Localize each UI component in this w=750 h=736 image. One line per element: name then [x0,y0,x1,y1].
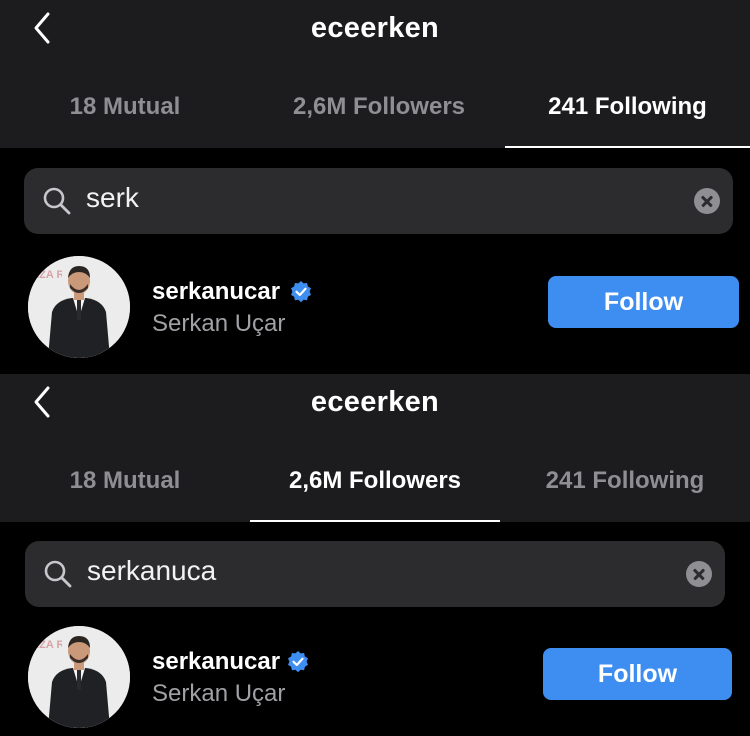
search-bar [25,541,725,607]
result-full-name: Serkan Uçar [152,680,286,707]
tab-mutual[interactable]: 18 Mutual [0,62,250,148]
tab-following[interactable]: 241 Following [500,436,750,522]
result-username[interactable]: serkanucar [152,278,280,306]
profile-list-panel-following: eceerken 18 Mutual 2,6M Followers 241 Fo… [0,0,750,374]
avatar-photo: MZA RENI [28,626,130,728]
tab-followers-label: 2,6M Followers [288,467,462,494]
clear-icon[interactable] [694,188,720,214]
result-username[interactable]: serkanucar [152,648,280,676]
page-title: eceerken [310,12,440,44]
tab-followers[interactable]: 2,6M Followers [253,62,505,148]
verified-badge-icon [288,651,308,673]
follow-button[interactable]: Follow [543,648,732,700]
page-title: eceerken [310,386,440,418]
active-tab-indicator [505,146,750,148]
tab-bar: 18 Mutual 2,6M Followers 241 Following [0,436,750,522]
tab-bar: 18 Mutual 2,6M Followers 241 Following [0,62,750,148]
header-bar: eceerken [0,374,750,436]
tab-following[interactable]: 241 Following [505,62,750,148]
active-tab-indicator [250,520,500,522]
search-bar [24,168,733,234]
search-input[interactable] [87,555,647,587]
result-full-name: Serkan Uçar [152,310,286,337]
follow-button[interactable]: Follow [548,276,739,328]
search-input[interactable] [86,182,646,214]
verified-badge-icon [291,281,311,303]
tab-following-label: 241 Following [548,93,707,120]
tab-mutual[interactable]: 18 Mutual [0,436,250,522]
avatar[interactable]: MZA RENI [28,256,130,358]
clear-icon[interactable] [686,561,712,587]
search-icon [43,187,71,215]
profile-list-panel-followers: eceerken 18 Mutual 2,6M Followers 241 Fo… [0,374,750,736]
search-icon [44,560,72,588]
header-bar: eceerken [0,0,750,62]
tab-followers[interactable]: 2,6M Followers [250,436,500,522]
list-item[interactable]: MZA RENI serkanucar Serkan Uçar Follow [0,254,750,364]
avatar[interactable]: MZA RENI [28,626,130,728]
list-item[interactable]: MZA RENI serkanucar Serkan Uçar Follow [0,624,750,734]
avatar-photo: MZA RENI [28,256,130,358]
